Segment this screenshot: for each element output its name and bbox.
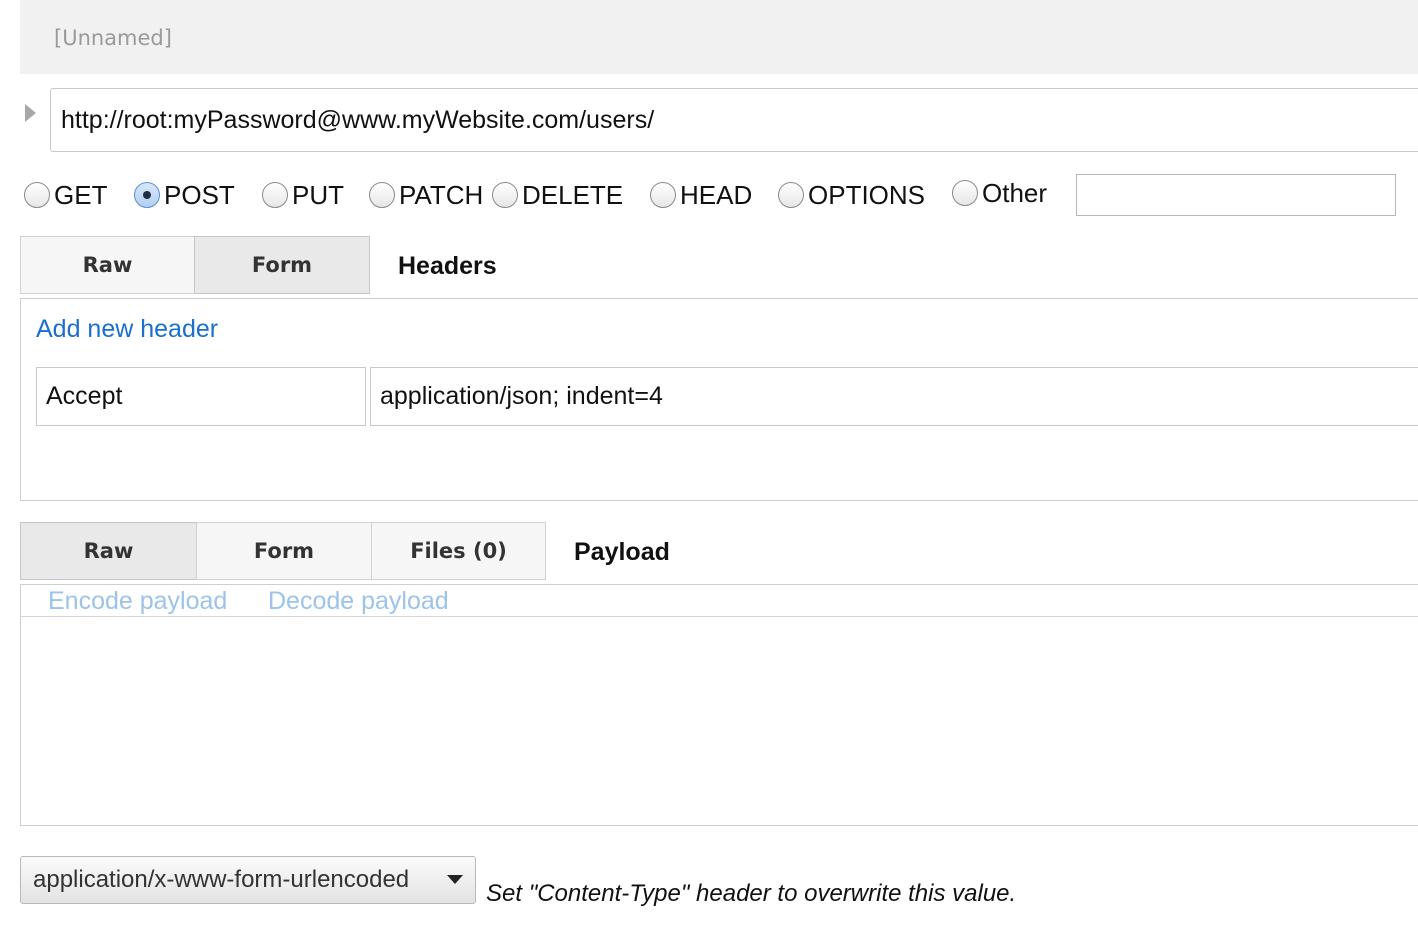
method-post[interactable]: POST: [134, 178, 235, 212]
payload-tab-raw[interactable]: Raw: [20, 522, 197, 580]
caret-down-icon: [447, 875, 463, 884]
headers-section-label: Headers: [398, 252, 497, 280]
method-get[interactable]: GET: [24, 178, 107, 212]
method-patch-label: PATCH: [399, 179, 484, 210]
url-input[interactable]: http://root:myPassword@www.myWebsite.com…: [50, 88, 1418, 152]
method-put[interactable]: PUT: [262, 178, 344, 212]
radio-post[interactable]: [134, 182, 160, 208]
triangle-right-icon[interactable]: [25, 104, 36, 122]
other-method-input[interactable]: [1076, 174, 1396, 216]
decode-payload-link[interactable]: Decode payload: [268, 587, 449, 616]
radio-put[interactable]: [262, 182, 288, 208]
payload-section-label: Payload: [574, 538, 670, 566]
payload-tab-form[interactable]: Form: [196, 522, 372, 580]
method-delete-label: DELETE: [522, 179, 624, 210]
content-type-value: application/x-www-form-urlencoded: [33, 866, 410, 893]
add-header-link[interactable]: Add new header: [36, 315, 218, 344]
encode-payload-link[interactable]: Encode payload: [48, 587, 227, 616]
radio-options[interactable]: [778, 182, 804, 208]
method-put-label: PUT: [292, 179, 344, 210]
method-post-label: POST: [164, 179, 235, 210]
radio-get[interactable]: [24, 182, 50, 208]
content-type-hint: Set "Content-Type" header to overwrite t…: [486, 880, 1017, 907]
radio-head[interactable]: [650, 182, 676, 208]
header-value-input[interactable]: application/json; indent=4: [370, 367, 1418, 426]
method-options[interactable]: OPTIONS: [778, 178, 925, 212]
payload-tab-files[interactable]: Files (0): [371, 522, 546, 580]
method-head[interactable]: HEAD: [650, 178, 752, 212]
radio-patch[interactable]: [369, 182, 395, 208]
content-type-select[interactable]: application/x-www-form-urlencoded: [20, 856, 476, 904]
method-options-label: OPTIONS: [808, 179, 926, 210]
payload-editor[interactable]: [20, 584, 1418, 826]
method-patch[interactable]: PATCH: [369, 178, 483, 212]
method-delete[interactable]: DELETE: [492, 178, 623, 212]
headers-tab-form[interactable]: Form: [194, 236, 370, 294]
method-other-label: Other: [982, 177, 1048, 208]
header-name-input[interactable]: Accept: [36, 367, 366, 426]
method-get-label: GET: [54, 179, 108, 210]
method-head-label: HEAD: [680, 179, 753, 210]
payload-toolbar-divider: [20, 616, 1418, 617]
radio-delete[interactable]: [492, 182, 518, 208]
radio-other[interactable]: [952, 180, 978, 206]
headers-tab-raw[interactable]: Raw: [20, 236, 195, 294]
request-name[interactable]: [Unnamed]: [54, 26, 172, 50]
method-other[interactable]: Other: [952, 176, 1047, 210]
request-name-bar: [20, 0, 1418, 74]
